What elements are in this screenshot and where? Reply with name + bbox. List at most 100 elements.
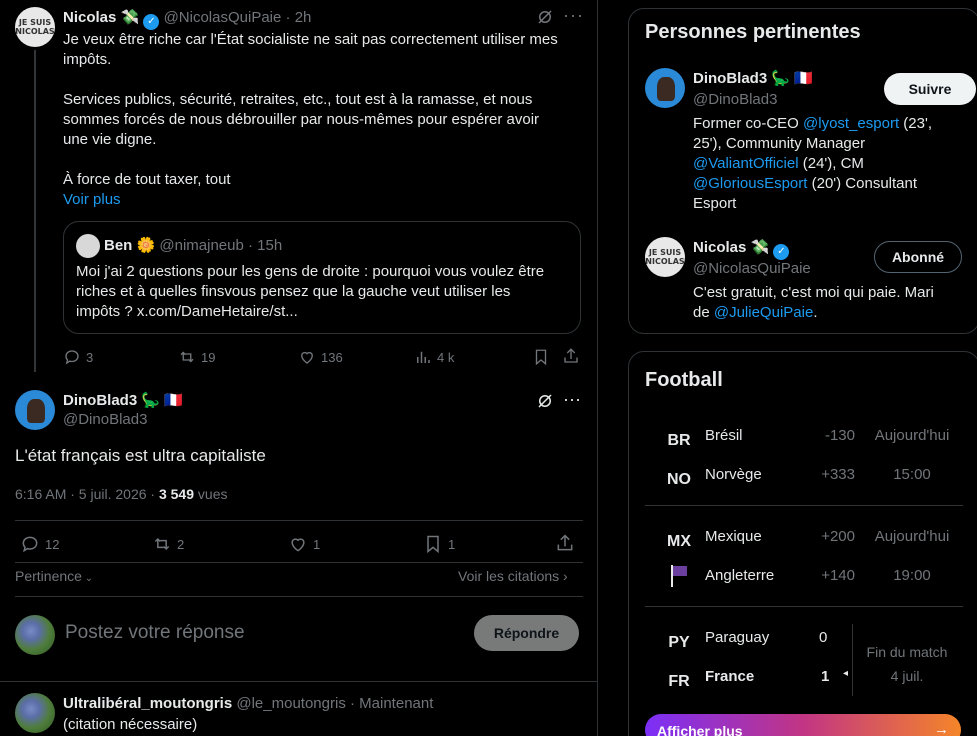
reply-count: 3 [86,349,94,365]
match-time: 15:00 [893,466,931,483]
match-row[interactable]: MX Mexique +200 Aujourd'hui Angleterre +… [629,513,977,603]
reply-header: Ultralibéral_moutongris @le_moutongris ·… [63,695,434,712]
match-row[interactable]: PY Paraguay 0 FR France 1 ◂ Fin du match… [629,614,977,704]
person-name[interactable]: DinoBlad3 [693,70,767,87]
person-emoji: 💸 [750,239,770,256]
match-day: Aujourd'hui [874,528,950,545]
team-name: Brésil [705,427,743,444]
grok-icon[interactable] [536,8,554,31]
odds: +140 [821,567,855,584]
mention-link[interactable]: @JulieQuiPaie [714,304,813,321]
dinoblad3-avatar[interactable] [645,68,685,108]
dinoblad3-avatar[interactable] [15,390,55,430]
nicolas-avatar[interactable]: JE SUIS NICOLAS [645,237,685,277]
replier-avatar[interactable] [15,693,55,733]
nicolas-avatar[interactable]: JE SUIS NICOLAS [15,7,55,47]
author-handle[interactable]: @NicolasQuiPaie [164,9,282,26]
person-handle[interactable]: @NicolasQuiPaie [693,260,811,277]
share-icon [564,348,578,363]
bookmark-count: 1 [448,536,456,552]
quote-header: Ben 🌼 @nimajneub · 15h [104,237,283,254]
following-button[interactable]: Abonné [874,241,962,273]
author-name[interactable]: Ultralibéral_moutongris [63,695,232,712]
verified-icon: ✓ [773,244,790,260]
author-name[interactable]: DinoBlad3 [63,392,137,409]
quote-card[interactable]: Ben 🌼 @nimajneub · 15h Moi j'ai 2 questi… [63,221,581,334]
divider [15,562,583,563]
divider [852,624,853,696]
chevron-right-icon: › [559,568,568,584]
views-icon [417,351,430,363]
follow-button[interactable]: Suivre [884,73,976,105]
more-icon[interactable]: ··· [563,5,584,26]
team-name: Norvège [705,466,762,483]
odds: -130 [824,427,855,444]
match-row[interactable]: BR Brésil -130 Aujourd'hui NO Norvège +3… [629,412,977,502]
share-button[interactable] [555,533,575,553]
main-tweet-header: DinoBlad3 🦕 🇫🇷 [63,391,183,409]
views-count: 4 k [437,349,455,365]
mention-link[interactable]: @GloriousEsport [693,175,807,192]
relevant-people-title: Personnes pertinentes [645,21,861,43]
show-more-label: Afficher plus [657,723,743,736]
quote-text: Moi j'ai 2 questions pour les gens de dr… [76,263,545,320]
mention-link[interactable]: @lyost_esport [803,115,899,132]
divider [0,681,597,682]
person-name-row: Nicolas 💸 ✓ [693,238,790,260]
author-handle[interactable]: @DinoBlad3 [63,411,147,428]
reply-submit-button[interactable]: Répondre [474,615,579,651]
person-name-row: DinoBlad3 🦕 🇫🇷 [693,69,813,87]
person-handle[interactable]: @DinoBlad3 [693,91,777,108]
tweet-time[interactable]: Maintenant [359,695,433,712]
see-more-link[interactable]: Voir plus [63,190,583,210]
share-button[interactable] [562,347,580,365]
bookmark-button[interactable]: 1 [423,534,455,554]
more-icon[interactable]: ··· [563,389,581,410]
like-button[interactable]: 136 [298,348,343,366]
author-name[interactable]: Nicolas [63,9,116,26]
odds: +333 [821,466,855,483]
author-emoji: 💸 [120,9,140,26]
like-button[interactable]: 1 [288,534,320,554]
user-avatar[interactable] [15,615,55,655]
quote-handle: @nimajneub [159,237,244,254]
repost-count: 2 [177,536,185,552]
views-label: vues [194,486,228,502]
view-quotes-link[interactable]: Voir les citations › [458,568,568,584]
divider [15,520,583,521]
arrow-right-icon: → [934,721,949,736]
quote-author-emoji: 🌼 [136,237,156,254]
parent-tweet-text: Je veux être riche car l'État socialiste… [63,30,583,210]
reply-input[interactable]: Postez votre réponse [65,622,445,644]
bookmark-button[interactable] [532,348,550,366]
reply-text: (citation nécessaire) [63,716,198,733]
reply-button[interactable]: 3 [63,348,93,366]
timestamp-text[interactable]: 6:16 AM · 5 juil. 2026 · [15,486,159,502]
sort-dropdown[interactable]: Pertinence ⌄ [15,568,93,584]
relevant-people-card: Personnes pertinentes DinoBlad3 🦕 🇫🇷 @Di… [628,8,977,334]
match-time: 19:00 [893,567,931,584]
mention-link[interactable]: @ValiantOfficiel [693,155,799,172]
repost-button[interactable]: 19 [178,348,215,366]
grok-icon[interactable] [536,392,554,415]
person-emoji: 🦕 [771,70,791,87]
flag-icon: 🇫🇷 [164,392,183,409]
sort-label: Pertinence [15,568,82,584]
author-handle[interactable]: @le_moutongris [236,695,345,712]
score: 0 [819,629,828,646]
reply-icon [22,536,38,553]
main-tweet-text: L'état français est ultra capitaliste [15,446,266,465]
bookmark-icon [427,535,439,554]
tweet-time[interactable]: 2h [295,9,312,26]
views-button[interactable]: 4 k [414,348,454,366]
repost-icon [180,351,194,363]
team-code: PY [668,634,690,651]
divider [645,505,963,506]
repost-button[interactable]: 2 [152,534,184,554]
person-name[interactable]: Nicolas [693,239,746,256]
quote-time: 15h [257,237,283,254]
show-more-button[interactable]: Afficher plus → [645,714,961,736]
reply-button[interactable]: 12 [20,534,59,554]
team-code: NO [667,471,691,488]
team-name: Mexique [705,528,762,545]
